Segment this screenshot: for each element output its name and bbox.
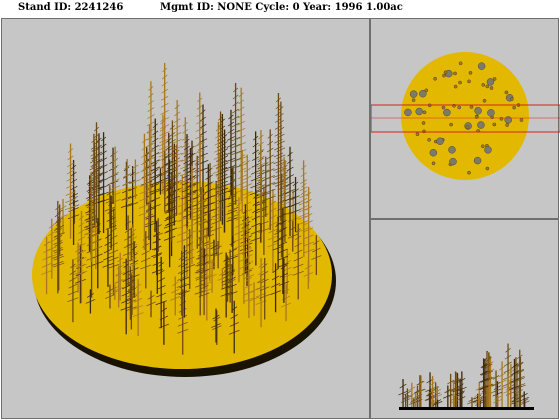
perspective-view-panel[interactable] [1, 18, 370, 419]
plan-view-canvas [371, 52, 560, 180]
profile-view-canvas [398, 343, 534, 410]
plan-view-panel[interactable] [370, 18, 560, 219]
plan-ground-circle [401, 52, 529, 180]
profile-ground-line [399, 407, 534, 410]
stand-header: Stand ID: 2241246 Mgmt ID: NONE Cycle: 0… [0, 0, 560, 18]
perspective-view-canvas [32, 62, 336, 377]
profile-view-panel[interactable] [370, 219, 559, 419]
stand-id-text: Stand ID: 2241246 [18, 2, 124, 13]
profile-trees-group [398, 343, 530, 407]
mgmt-cycle-year-text: Mgmt ID: NONE Cycle: 0 Year: 1996 1.00ac [160, 2, 403, 13]
